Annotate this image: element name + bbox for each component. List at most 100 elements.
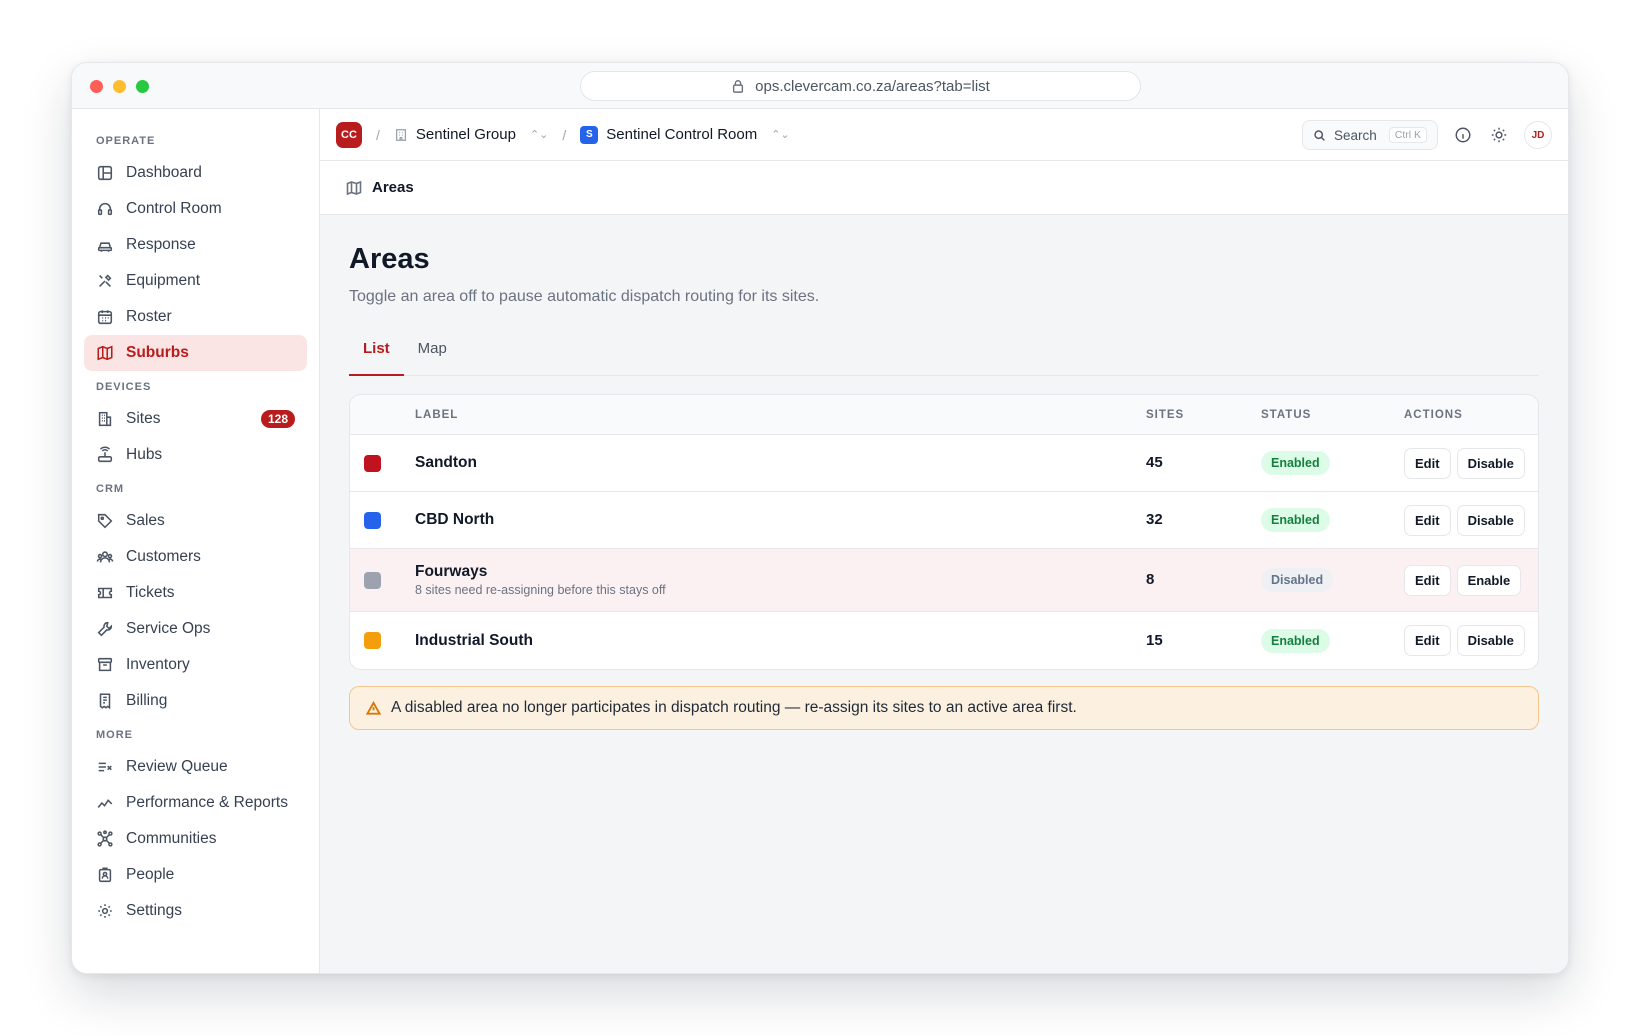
sidebar-item-label: Review Queue [126,758,228,775]
area-color-swatch [364,571,381,589]
area-label: Industrial South [415,631,533,649]
calendar-icon [97,310,113,325]
sidebar-item-suburbs[interactable]: Suburbs [84,335,307,371]
info-icon [1455,127,1471,143]
tools-icon [99,274,112,287]
info-button[interactable] [1452,124,1474,146]
tab-list[interactable]: List [349,336,404,376]
sidebar-section-title: DEVICES [96,381,152,393]
layout-icon [97,165,113,181]
sidebar: OPERATE Dashboard Control Room Response Equi… [72,109,320,973]
search-label: Search [1334,127,1377,143]
sidebar-item-billing[interactable]: Billing [84,683,307,719]
workspace-switcher[interactable]: S Sentinel Control Room ⌃⌄ [580,125,790,144]
ticket-icon [97,587,113,599]
sidebar-item-label: Service Ops [126,620,211,637]
tag-icon [97,513,113,529]
sidebar-item-control-room[interactable]: Control Room [84,191,307,227]
users-icon [96,551,114,563]
search-button[interactable]: Search Ctrl K [1302,120,1438,150]
browser-window: ops.clevercam.co.za/areas?tab=list OPERA… [71,62,1569,974]
edit-button[interactable]: Edit [1404,504,1451,536]
user-avatar[interactable]: JD [1524,121,1552,149]
page-breadcrumb: Areas [372,179,414,196]
headset-icon [97,202,113,216]
sidebar-item-label: People [126,866,175,883]
wrench-icon [97,621,113,637]
sidebar-item-sales[interactable]: Sales [84,503,307,539]
sidebar-item-roster[interactable]: Roster [84,299,307,335]
minimize-window-button[interactable] [113,80,126,93]
disable-button[interactable]: Disable [1456,625,1525,656]
topbar: CC / Sentinel Group ⌃⌄ / S Sentinel Cont… [320,109,1568,161]
sidebar-item-label: Sales [126,512,165,529]
sidebar-item-review-queue[interactable]: Review Queue [84,749,307,785]
edit-button[interactable]: Edit [1404,447,1451,479]
sidebar-item-service-ops[interactable]: Service Ops [84,611,307,647]
area-site-count: 15 [1146,631,1163,649]
sidebar-item-people[interactable]: People [84,857,307,893]
sidebar-item-performance-reports[interactable]: Performance & Reports [84,785,307,821]
page-title: Areas [349,243,430,275]
building-icon [395,128,406,141]
enable-button[interactable]: Enable [1456,564,1522,596]
browser-titlebar: ops.clevercam.co.za/areas?tab=list [72,63,1568,109]
area-label: CBD North [415,511,495,528]
chevron-updown-icon: ⌃⌄ [771,129,790,141]
sidebar-item-label: Hubs [126,446,163,463]
sidebar-item-communities[interactable]: Communities [84,821,307,857]
search-icon [1314,129,1325,141]
sidebar-item-hubs[interactable]: Hubs [84,437,307,473]
edit-button[interactable]: Edit [1404,564,1451,596]
sidebar-item-tickets[interactable]: Tickets [84,575,307,611]
chevron-updown-icon: ⌃⌄ [529,129,549,141]
sidebar-item-label: Customers [126,548,201,565]
page-subtitle: Toggle an area off to pause automatic di… [349,288,820,305]
status-badge: Disabled [1261,568,1334,592]
breadcrumb-separator: / [562,126,567,143]
area-color-swatch [364,454,381,472]
address-bar[interactable]: ops.clevercam.co.za/areas?tab=list [580,71,1141,101]
sidebar-item-customers[interactable]: Customers [84,539,307,575]
router-icon [97,446,113,463]
sidebar-item-settings[interactable]: Settings [84,893,307,929]
maximize-window-button[interactable] [136,80,149,93]
disable-button[interactable]: Disable [1456,447,1525,479]
org-switcher[interactable]: Sentinel Group ⌃⌄ [394,126,549,143]
sidebar-item-equipment[interactable]: Equipment [84,263,307,299]
sun-icon [1491,127,1507,143]
column-header-status: STATUS [1261,408,1312,421]
sidebar-item-label: Inventory [126,656,190,673]
archive-icon [97,657,113,672]
page-header-bar: Areas [320,161,1568,215]
gear-icon [98,904,112,918]
main-area: CC / Sentinel Group ⌃⌄ / S Sentinel Cont… [320,109,1568,973]
area-site-count: 8 [1146,571,1155,588]
close-window-button[interactable] [90,80,103,93]
sidebar-item-label: Sites [126,410,161,427]
sidebar-item-sites[interactable]: Sites 128 [84,401,307,437]
status-badge: Enabled [1261,628,1330,653]
sidebar-item-dashboard[interactable]: Dashboard [84,155,307,191]
sidebar-item-label: Billing [126,692,168,709]
theme-toggle-button[interactable] [1488,124,1510,146]
sidebar-item-response[interactable]: Response [84,227,307,263]
edit-button[interactable]: Edit [1404,625,1451,656]
disable-button[interactable]: Disable [1456,504,1525,536]
sidebar-section-title: MORE [96,729,133,741]
sidebar-item-inventory[interactable]: Inventory [84,647,307,683]
url-text: ops.clevercam.co.za/areas?tab=list [755,77,990,95]
column-header-actions: ACTIONS [1404,408,1463,421]
sidebar-item-label: Performance & Reports [126,794,288,811]
map-icon [346,180,362,195]
id-badge-icon [98,867,112,883]
tab-map[interactable]: Map [404,336,461,376]
area-label: Fourways [415,563,488,580]
app-logo[interactable]: CC [336,121,362,148]
sidebar-count-badge: 128 [260,410,295,428]
area-color-swatch [364,511,381,529]
lock-icon [733,80,744,93]
sidebar-section-title: CRM [96,483,125,495]
sidebar-section-title: OPERATE [96,135,156,147]
workspace-name: Sentinel Control Room [606,126,758,143]
